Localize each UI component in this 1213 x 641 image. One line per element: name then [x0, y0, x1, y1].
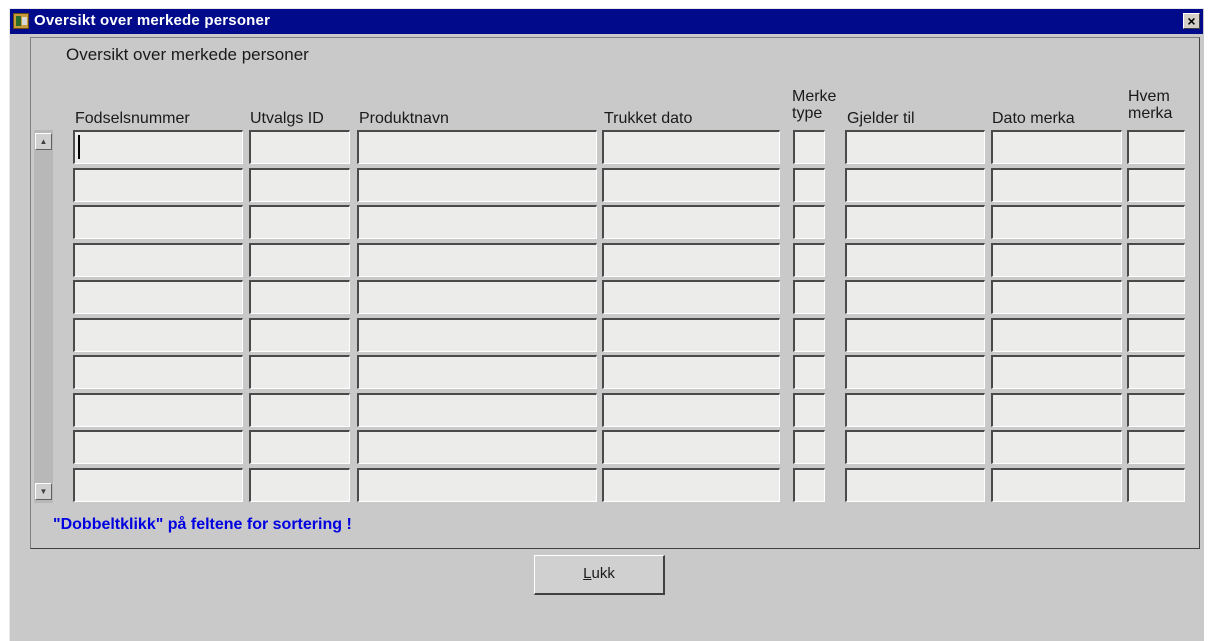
grid-cell-trukket_dato[interactable] [602, 243, 780, 277]
grid-cell-fodselsnummer[interactable] [73, 318, 243, 352]
grid-cell-fodselsnummer[interactable] [73, 280, 243, 314]
scroll-down-icon[interactable]: ▼ [35, 483, 52, 500]
grid-cell-trukket_dato[interactable] [602, 168, 780, 202]
grid-cell-produktnavn[interactable] [357, 318, 597, 352]
grid-cell-gjelder_til[interactable] [845, 205, 985, 239]
header-fodselsnummer[interactable]: Fodselsnummer [75, 110, 190, 127]
grid-cell-utvalgs_id[interactable] [249, 430, 350, 464]
grid-cell-hvem_merka[interactable] [1127, 430, 1185, 464]
grid-cell-gjelder_til[interactable] [845, 168, 985, 202]
grid-cell-fodselsnummer[interactable] [73, 393, 243, 427]
grid-cell-hvem_merka[interactable] [1127, 355, 1185, 389]
grid-cell-dato_merka[interactable] [991, 280, 1122, 314]
grid-cell-utvalgs_id[interactable] [249, 130, 350, 164]
grid-cell-fodselsnummer[interactable] [73, 355, 243, 389]
header-produktnavn[interactable]: Produktnavn [359, 110, 449, 127]
grid-cell-hvem_merka[interactable] [1127, 280, 1185, 314]
grid-cell-merke_type[interactable] [793, 280, 825, 314]
header-utvalgs-id[interactable]: Utvalgs ID [250, 110, 324, 127]
grid-cell-utvalgs_id[interactable] [249, 243, 350, 277]
header-trukket-dato[interactable]: Trukket dato [604, 110, 692, 127]
grid-cell-utvalgs_id[interactable] [249, 168, 350, 202]
grid-cell-produktnavn[interactable] [357, 243, 597, 277]
grid-cell-hvem_merka[interactable] [1127, 393, 1185, 427]
grid-cell-fodselsnummer[interactable] [73, 468, 243, 502]
grid-cell-fodselsnummer[interactable] [73, 430, 243, 464]
sort-hint: "Dobbeltklikk" på feltene for sortering … [53, 516, 352, 533]
grid-cell-dato_merka[interactable] [991, 393, 1122, 427]
group-title: Oversikt over merkede personer [66, 45, 309, 64]
grid-cell-gjelder_til[interactable] [845, 355, 985, 389]
grid-cell-produktnavn[interactable] [357, 355, 597, 389]
text-caret [78, 135, 80, 159]
grid-cell-fodselsnummer[interactable] [73, 205, 243, 239]
header-merke-type[interactable]: Merke type [792, 88, 836, 122]
grid-cell-hvem_merka[interactable] [1127, 468, 1185, 502]
grid-cell-merke_type[interactable] [793, 468, 825, 502]
grid-cell-merke_type[interactable] [793, 430, 825, 464]
grid-cell-produktnavn[interactable] [357, 130, 597, 164]
grid-cell-trukket_dato[interactable] [602, 280, 780, 314]
grid-cell-hvem_merka[interactable] [1127, 130, 1185, 164]
grid-cell-produktnavn[interactable] [357, 468, 597, 502]
grid-cell-trukket_dato[interactable] [602, 318, 780, 352]
grid-cell-gjelder_til[interactable] [845, 393, 985, 427]
grid-cell-trukket_dato[interactable] [602, 430, 780, 464]
grid-cell-hvem_merka[interactable] [1127, 243, 1185, 277]
grid-cell-hvem_merka[interactable] [1127, 205, 1185, 239]
vertical-scrollbar[interactable]: ▲ ▼ [34, 130, 53, 503]
grid-cell-produktnavn[interactable] [357, 168, 597, 202]
grid-cell-hvem_merka[interactable] [1127, 168, 1185, 202]
grid-cell-dato_merka[interactable] [991, 318, 1122, 352]
grid-cell-merke_type[interactable] [793, 355, 825, 389]
grid-cell-hvem_merka[interactable] [1127, 318, 1185, 352]
grid-cell-produktnavn[interactable] [357, 393, 597, 427]
grid-cell-fodselsnummer[interactable] [73, 130, 243, 164]
grid-cell-dato_merka[interactable] [991, 168, 1122, 202]
app-icon [13, 13, 29, 29]
grid-cell-gjelder_til[interactable] [845, 280, 985, 314]
grid-cell-trukket_dato[interactable] [602, 205, 780, 239]
grid-cell-fodselsnummer[interactable] [73, 243, 243, 277]
grid-cell-utvalgs_id[interactable] [249, 393, 350, 427]
header-hvem-merka[interactable]: Hvem merka [1128, 88, 1172, 122]
grid-cell-utvalgs_id[interactable] [249, 318, 350, 352]
grid-cell-gjelder_til[interactable] [845, 468, 985, 502]
grid-cell-trukket_dato[interactable] [602, 393, 780, 427]
grid-cell-trukket_dato[interactable] [602, 355, 780, 389]
grid-cell-produktnavn[interactable] [357, 205, 597, 239]
window-title: Oversikt over merkede personer [34, 12, 271, 29]
header-gjelder-til[interactable]: Gjelder til [847, 110, 915, 127]
grid-cell-produktnavn[interactable] [357, 430, 597, 464]
grid-cell-merke_type[interactable] [793, 243, 825, 277]
grid-cell-gjelder_til[interactable] [845, 318, 985, 352]
grid-cell-gjelder_til[interactable] [845, 130, 985, 164]
grid-cell-dato_merka[interactable] [991, 205, 1122, 239]
grid-cell-merke_type[interactable] [793, 393, 825, 427]
grid-cell-produktnavn[interactable] [357, 280, 597, 314]
grid-cell-utvalgs_id[interactable] [249, 205, 350, 239]
grid-cell-utvalgs_id[interactable] [249, 468, 350, 502]
grid-cell-gjelder_til[interactable] [845, 430, 985, 464]
title-bar[interactable]: Oversikt over merkede personer × [10, 9, 1203, 34]
grid-cell-dato_merka[interactable] [991, 355, 1122, 389]
close-icon[interactable]: × [1183, 13, 1200, 29]
grid-cell-dato_merka[interactable] [991, 243, 1122, 277]
grid-cell-fodselsnummer[interactable] [73, 168, 243, 202]
grid-cell-merke_type[interactable] [793, 130, 825, 164]
grid-cell-merke_type[interactable] [793, 205, 825, 239]
grid-cell-gjelder_til[interactable] [845, 243, 985, 277]
grid-cell-dato_merka[interactable] [991, 468, 1122, 502]
grid-cell-merke_type[interactable] [793, 168, 825, 202]
header-dato-merka[interactable]: Dato merka [992, 110, 1075, 127]
grid-cell-trukket_dato[interactable] [602, 130, 780, 164]
grid-cell-dato_merka[interactable] [991, 430, 1122, 464]
grid-cell-trukket_dato[interactable] [602, 468, 780, 502]
grid-cell-dato_merka[interactable] [991, 130, 1122, 164]
close-button[interactable]: Lukk [534, 555, 665, 595]
grid-cell-utvalgs_id[interactable] [249, 280, 350, 314]
grid-cell-utvalgs_id[interactable] [249, 355, 350, 389]
grid-cell-merke_type[interactable] [793, 318, 825, 352]
scroll-up-icon[interactable]: ▲ [35, 133, 52, 150]
